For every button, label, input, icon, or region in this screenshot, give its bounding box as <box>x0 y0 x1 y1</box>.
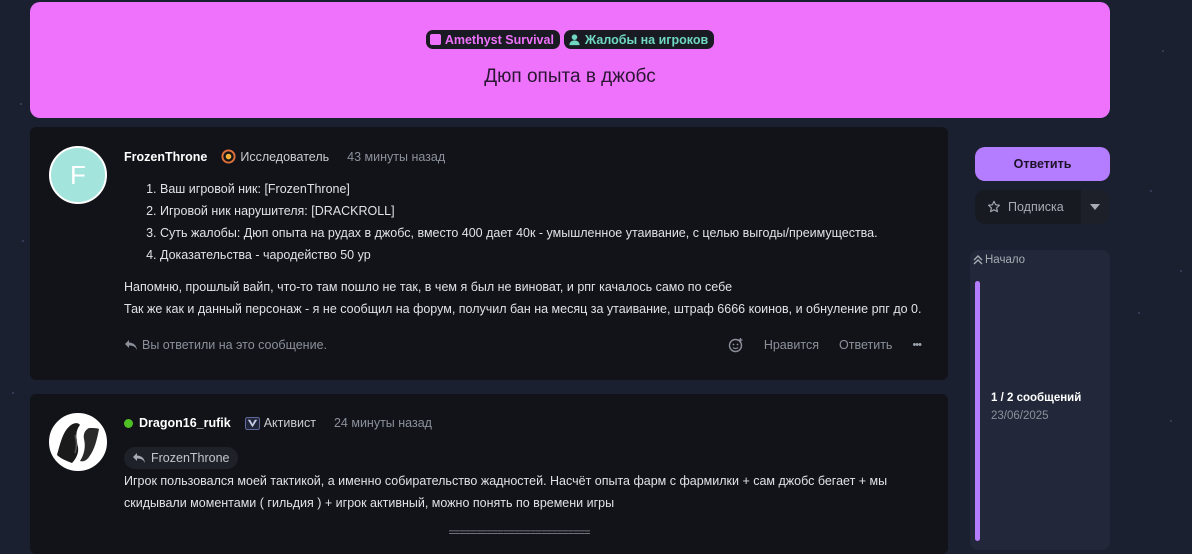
progress-count: 1 / 2 сообщений <box>991 392 1082 404</box>
caret-down-icon <box>1090 204 1100 210</box>
star-icon <box>988 200 1000 213</box>
explorer-rank-icon <box>221 149 236 164</box>
activist-rank-icon <box>244 416 260 430</box>
post: F FrozenThrone Исследователь 43 минуты н… <box>30 127 948 380</box>
subscribe-dropdown-toggle[interactable] <box>1081 190 1109 224</box>
quoted-author-chip[interactable]: FrozenThrone <box>124 447 238 469</box>
avatar[interactable] <box>49 413 107 471</box>
post-time[interactable]: 24 минуты назад <box>334 416 432 430</box>
tag-label: Amethyst Survival <box>444 32 554 47</box>
subscribe-control: Подписка <box>975 190 1109 224</box>
reply-arrow-icon <box>125 340 137 350</box>
post-actions: Нравится Ответить ••• <box>728 337 922 353</box>
subscribe-button[interactable]: Подписка <box>975 190 1081 224</box>
paragraph: Игрок пользовался моей тактикой, а именн… <box>124 474 888 510</box>
separator-line: ========================== <box>448 527 590 539</box>
tag-player-complaints[interactable]: Жалобы на игроков <box>563 30 715 49</box>
post-author[interactable]: FrozenThrone <box>124 150 207 164</box>
more-options-icon[interactable]: ••• <box>912 339 922 351</box>
avatar[interactable]: F <box>49 146 107 204</box>
reply-button[interactable]: Ответить <box>975 147 1110 181</box>
reply-link[interactable]: Ответить <box>839 338 892 352</box>
thread-progress-panel: Начало 1 / 2 сообщений 23/06/2025 <box>970 250 1110 550</box>
post-author[interactable]: Dragon16_rufik <box>139 416 231 430</box>
avatar-letter: F <box>70 159 86 190</box>
double-chevron-up-icon <box>973 255 983 265</box>
start-label: Начало <box>985 254 1026 266</box>
add-reaction-icon[interactable] <box>728 337 744 353</box>
post-content: Ваш игровой ник: [FrozenThrone] Игровой … <box>124 178 934 320</box>
square-icon <box>429 34 441 45</box>
quoted-author-name: FrozenThrone <box>151 451 230 465</box>
post-footer: Вы ответили на это сообщение. Нравится О… <box>124 335 922 355</box>
replied-note-text: Вы ответили на это сообщение. <box>142 338 327 352</box>
user-rank: Исследователь <box>221 149 329 164</box>
like-button[interactable]: Нравится <box>764 338 819 352</box>
online-status-dot <box>124 418 133 428</box>
list-item: Ваш игровой ник: [FrozenThrone] <box>160 178 934 200</box>
list-item: Игровой ник нарушителя: [DRACKROLL] <box>160 200 934 222</box>
jump-to-start[interactable]: Начало <box>973 254 1025 266</box>
avatar-image <box>51 415 105 469</box>
reply-arrow-icon <box>133 453 145 463</box>
post-time[interactable]: 43 минуты назад <box>347 150 445 164</box>
post-paragraphs: Напомню, прошлый вайп, что-то там пошло … <box>124 276 934 320</box>
user-icon <box>569 34 580 46</box>
post-content: Игрок пользовался моей тактикой, а именн… <box>124 470 914 544</box>
post-meta: Dragon16_rufik Активист 24 минуты назад <box>124 416 432 430</box>
rank-label: Исследователь <box>240 149 330 164</box>
thread-title: Дюп опыта в джобс <box>484 66 656 87</box>
complaint-list: Ваш игровой ник: [FrozenThrone] Игровой … <box>124 178 934 266</box>
tag-amethyst-survival[interactable]: Amethyst Survival <box>425 30 560 49</box>
post: Dragon16_rufik Активист 24 минуты назад … <box>30 394 948 554</box>
list-item: Суть жалобы: Дюп опыта на рудах в джобс,… <box>160 222 934 244</box>
post-meta: FrozenThrone Исследователь 43 минуты наз… <box>124 149 445 164</box>
paragraph: Так же как и данный персонаж - я не сооб… <box>124 302 922 316</box>
paragraph: Напомню, прошлый вайп, что-то там пошло … <box>124 280 733 294</box>
progress-track[interactable] <box>975 281 980 541</box>
user-rank: Активист <box>244 416 316 430</box>
rank-label: Активист <box>263 416 316 430</box>
progress-date: 23/06/2025 <box>991 410 1049 422</box>
list-item: Доказательства - чародейство 50 ур <box>160 244 934 266</box>
tag-label: Жалобы на игроков <box>584 32 709 47</box>
thread-tags: Amethyst Survival Жалобы на игроков <box>30 30 1110 49</box>
replied-note: Вы ответили на это сообщение. <box>124 338 327 352</box>
thread-header: Amethyst Survival Жалобы на игроков Дюп … <box>30 2 1110 118</box>
subscribe-label: Подписка <box>1008 200 1064 214</box>
